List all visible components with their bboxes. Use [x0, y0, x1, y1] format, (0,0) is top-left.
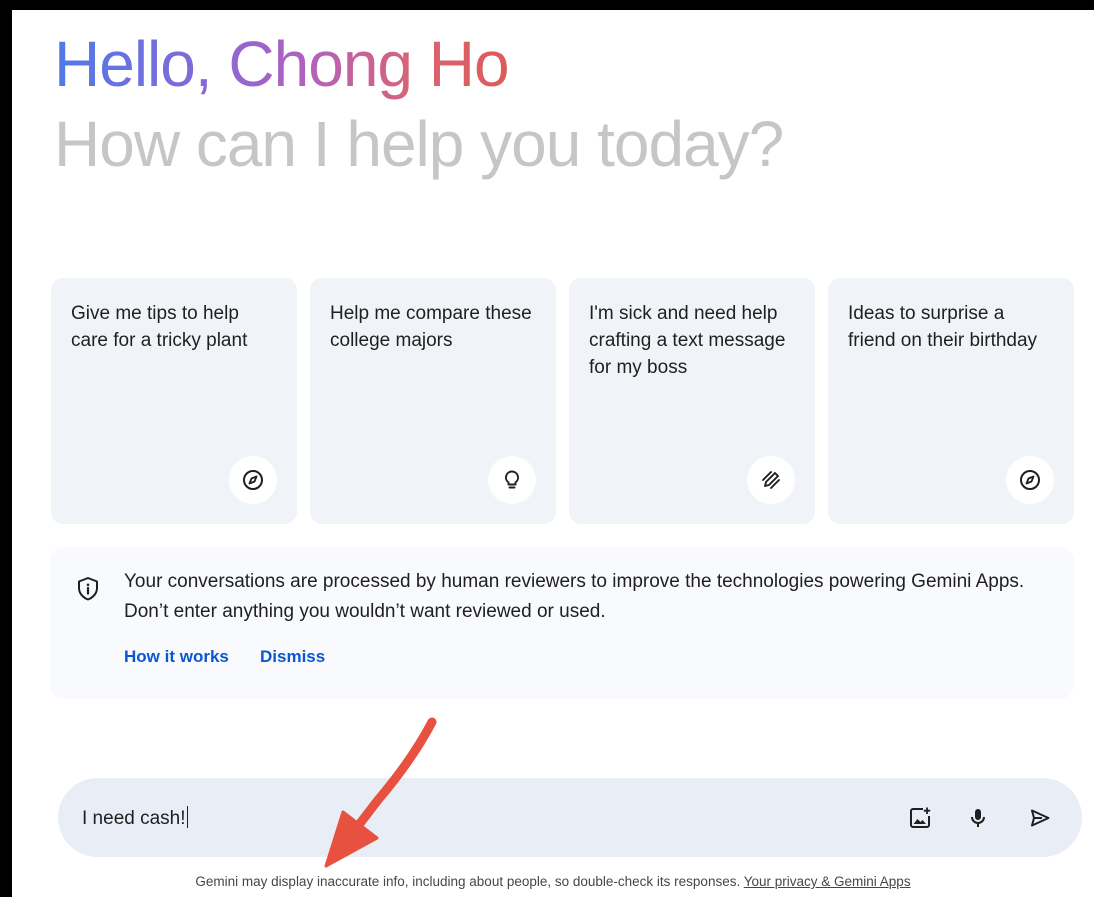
- shield-info-icon: [74, 575, 102, 603]
- prompt-input-bar[interactable]: I need cash!: [58, 778, 1082, 857]
- microphone-icon[interactable]: [964, 804, 992, 832]
- greeting-title: Hello, Chong Ho: [54, 28, 510, 100]
- suggestion-card-text: Help me compare these college majors: [330, 303, 532, 351]
- send-icon[interactable]: [1026, 804, 1054, 832]
- privacy-link[interactable]: Your privacy & Gemini Apps: [744, 874, 911, 889]
- gemini-page: Hello, Chong Ho How can I help you today…: [12, 10, 1094, 897]
- suggestion-card-sick-message[interactable]: I'm sick and need help crafting a text m…: [569, 278, 815, 524]
- text-caret: [186, 806, 188, 828]
- suggestion-card-majors[interactable]: Help me compare these college majors: [310, 278, 556, 524]
- compass-icon: [229, 456, 277, 504]
- image-upload-icon[interactable]: [906, 804, 934, 832]
- disclaimer-footer: Gemini may display inaccurate info, incl…: [12, 874, 1094, 889]
- edit-pen-icon: [747, 456, 795, 504]
- prompt-input-value: I need cash!: [82, 808, 186, 829]
- lightbulb-icon: [488, 456, 536, 504]
- privacy-notice: Your conversations are processed by huma…: [50, 547, 1074, 699]
- suggestion-card-text: I'm sick and need help crafting a text m…: [589, 303, 786, 378]
- greeting-subtitle: How can I help you today?: [54, 108, 784, 180]
- disclaimer-text: Gemini may display inaccurate info, incl…: [195, 874, 741, 889]
- suggestion-card-text: Ideas to surprise a friend on their birt…: [848, 303, 1038, 351]
- prompt-input[interactable]: I need cash!: [82, 806, 188, 830]
- dismiss-button[interactable]: Dismiss: [260, 647, 325, 667]
- how-it-works-link[interactable]: How it works: [124, 647, 229, 667]
- suggestion-card-text: Give me tips to help care for a tricky p…: [71, 303, 248, 351]
- suggestion-card-plant[interactable]: Give me tips to help care for a tricky p…: [51, 278, 297, 524]
- suggestion-card-birthday[interactable]: Ideas to surprise a friend on their birt…: [828, 278, 1074, 524]
- privacy-notice-text: Your conversations are processed by huma…: [124, 571, 1025, 622]
- compass-icon: [1006, 456, 1054, 504]
